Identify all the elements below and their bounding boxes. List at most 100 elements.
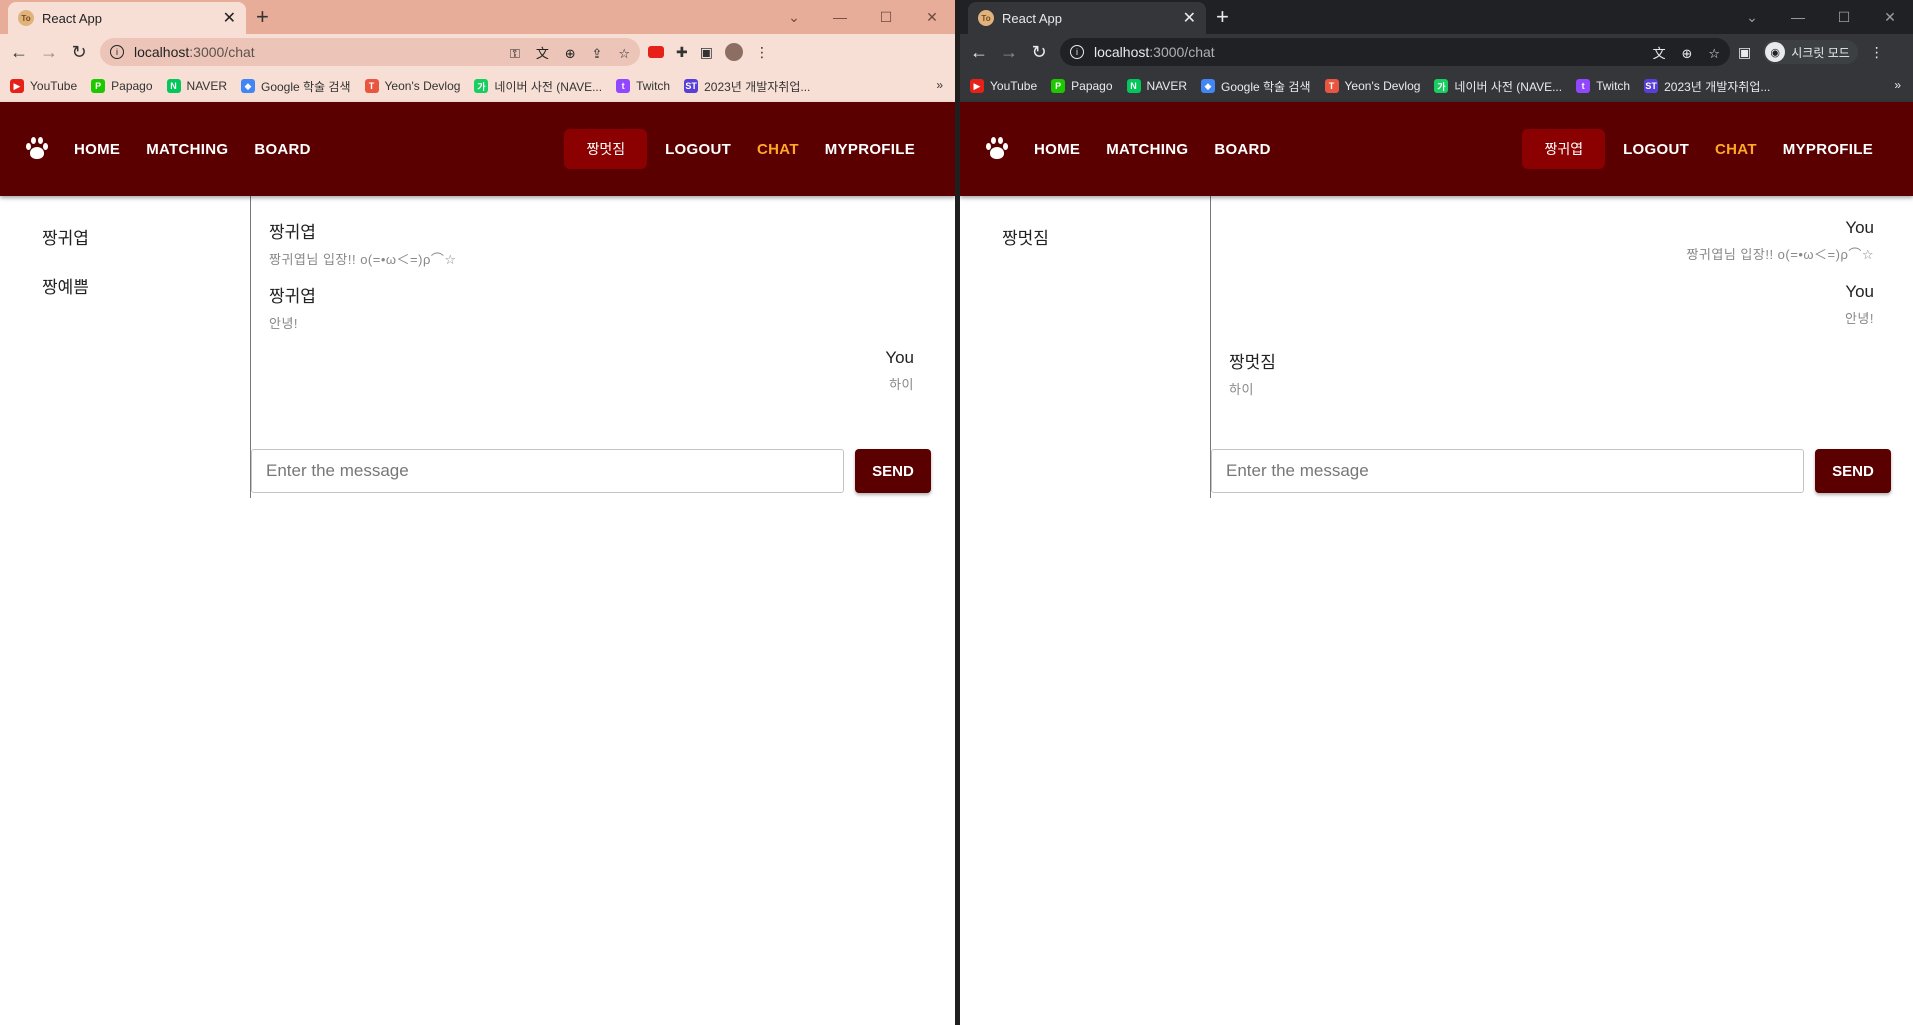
- bookmark-item[interactable]: ◆ Google 학술 검색: [1200, 78, 1311, 95]
- menu-kebab-icon[interactable]: ⋮: [755, 44, 769, 61]
- nav-matching[interactable]: MATCHING: [146, 141, 228, 158]
- bookmark-label: Yeon's Devlog: [384, 79, 461, 93]
- new-tab-icon[interactable]: +: [256, 5, 269, 29]
- bookmark-item[interactable]: T Yeon's Devlog: [364, 79, 461, 93]
- forward-icon[interactable]: →: [34, 42, 64, 63]
- browser-toolbar: ← → ↻ i localhost:3000/chat ⚿ 文 ⊕ ⇪ ☆ ✚ …: [0, 34, 955, 70]
- chat-panel: You 짱귀엽님 입장!! o(=•ω＜=)ρ⌒☆ You 안녕! 짱멋짐 하이: [1210, 196, 1895, 498]
- tab-title: React App: [42, 10, 102, 26]
- bookmark-item[interactable]: T Yeon's Devlog: [1324, 79, 1420, 93]
- bookmark-item[interactable]: ▶ YouTube: [10, 79, 77, 93]
- youtube-extension-icon[interactable]: [648, 46, 664, 58]
- nav-matching[interactable]: MATCHING: [1106, 141, 1188, 158]
- nav-chat[interactable]: CHAT: [1715, 141, 1757, 158]
- tab-search-icon[interactable]: ⌄: [771, 9, 817, 26]
- minimize-icon[interactable]: —: [817, 9, 863, 25]
- screen: To React App ✕ + ⌄ — ☐ ✕ ← → ↻ i localho…: [0, 0, 1913, 1025]
- bookmark-item[interactable]: N NAVER: [1126, 79, 1187, 93]
- nav-logout[interactable]: LOGOUT: [1623, 141, 1689, 158]
- menu-kebab-icon[interactable]: ⋮: [1870, 44, 1884, 61]
- message-sender: You: [885, 348, 914, 367]
- bookmark-label: Twitch: [636, 79, 671, 93]
- incognito-badge[interactable]: ◉ 시크릿 모드: [1763, 40, 1858, 64]
- bookmark-item[interactable]: ST 2023년 개발자취업...: [1644, 78, 1770, 95]
- back-icon[interactable]: ←: [4, 42, 34, 63]
- back-icon[interactable]: ←: [964, 42, 994, 63]
- bookmark-item[interactable]: t Twitch: [1576, 79, 1630, 93]
- reload-icon[interactable]: ↻: [1024, 42, 1054, 63]
- bookmark-item[interactable]: P Papago: [91, 79, 153, 93]
- bookmark-label: Twitch: [1596, 79, 1631, 93]
- message-input[interactable]: [1211, 449, 1804, 493]
- chat-app: HOME MATCHING BOARD 짱귀엽 LOGOUT CHAT MYPR…: [960, 102, 1913, 1025]
- chat-user-item[interactable]: 짱예쁨: [0, 261, 250, 310]
- nav-board[interactable]: BOARD: [1214, 141, 1271, 158]
- more-bookmarks-icon[interactable]: »: [1894, 78, 1901, 92]
- profile-avatar[interactable]: [724, 43, 743, 61]
- site-info-icon[interactable]: i: [110, 45, 124, 59]
- share-icon[interactable]: ⇪: [592, 46, 603, 61]
- close-window-icon[interactable]: ✕: [1867, 9, 1913, 26]
- address-bar[interactable]: i localhost:3000/chat 文 ⊕ ☆: [1060, 38, 1730, 66]
- paw-logo-icon[interactable]: [24, 136, 50, 162]
- nav-home[interactable]: HOME: [1034, 141, 1080, 158]
- message-input[interactable]: [251, 449, 844, 493]
- send-button[interactable]: SEND: [1815, 449, 1891, 493]
- minimize-icon[interactable]: —: [1775, 9, 1821, 25]
- message-sender: 짱멋짐: [1229, 353, 1276, 372]
- send-button[interactable]: SEND: [855, 449, 931, 493]
- current-user-badge[interactable]: 짱귀엽: [1522, 129, 1606, 169]
- bookmark-item[interactable]: 가 네이버 사전 (NAVE...: [1434, 78, 1562, 95]
- current-user-badge[interactable]: 짱멋짐: [564, 129, 648, 169]
- navbar: HOME MATCHING BOARD 짱멋짐 LOGOUT CHAT MYPR…: [0, 102, 955, 196]
- message-list: 짱귀엽 짱귀엽님 입장!! o(=•ω＜=)ρ⌒☆ 짱귀엽 안녕! You 하이: [251, 196, 936, 446]
- new-tab-icon[interactable]: +: [1216, 5, 1229, 29]
- maximize-icon[interactable]: ☐: [863, 9, 909, 26]
- reload-icon[interactable]: ↻: [64, 42, 94, 63]
- bookmark-icon: t: [1576, 79, 1591, 93]
- side-panel-icon[interactable]: ▣: [1738, 44, 1751, 61]
- extensions-puzzle-icon[interactable]: ✚: [676, 44, 688, 61]
- toolbar-right: ✚ ▣ ⋮: [648, 43, 769, 61]
- message-text: 짱귀엽님 입장!! o(=•ω＜=)ρ⌒☆: [269, 252, 457, 267]
- forward-icon[interactable]: →: [994, 42, 1024, 63]
- bookmark-item[interactable]: ◆ Google 학술 검색: [240, 78, 351, 95]
- more-bookmarks-icon[interactable]: »: [936, 78, 943, 92]
- bookmark-star-icon[interactable]: ☆: [618, 46, 630, 61]
- browser-tab[interactable]: To React App ✕: [968, 2, 1206, 34]
- nav-myprofile[interactable]: MYPROFILE: [1783, 141, 1873, 158]
- nav-logout[interactable]: LOGOUT: [665, 141, 731, 158]
- tab-close-icon[interactable]: ✕: [223, 8, 236, 28]
- bookmark-item[interactable]: t Twitch: [616, 79, 670, 93]
- message-item-mine: You 짱귀엽님 입장!! o(=•ω＜=)ρ⌒☆: [1686, 218, 1874, 263]
- site-info-icon[interactable]: i: [1070, 45, 1084, 59]
- bookmark-item[interactable]: ▶ YouTube: [970, 79, 1037, 93]
- tab-search-icon[interactable]: ⌄: [1729, 9, 1775, 26]
- bookmark-star-icon[interactable]: ☆: [1708, 46, 1720, 61]
- zoom-icon[interactable]: ⊕: [565, 46, 576, 61]
- bookmark-label: 2023년 개발자취업...: [1664, 79, 1771, 94]
- zoom-icon[interactable]: ⊕: [1682, 46, 1693, 61]
- nav-chat[interactable]: CHAT: [757, 141, 799, 158]
- tab-close-icon[interactable]: ✕: [1183, 8, 1196, 28]
- chat-user-item[interactable]: 짱귀엽: [0, 212, 250, 261]
- chat-user-item[interactable]: 짱멋짐: [960, 212, 1210, 261]
- translate-icon[interactable]: 文: [536, 46, 549, 61]
- key-icon[interactable]: ⚿: [510, 46, 520, 61]
- bookmark-item[interactable]: N NAVER: [166, 79, 227, 93]
- side-panel-icon[interactable]: ▣: [700, 44, 713, 61]
- paw-logo-icon[interactable]: [984, 136, 1010, 162]
- nav-myprofile[interactable]: MYPROFILE: [825, 141, 915, 158]
- message-input-row: SEND: [251, 448, 936, 494]
- nav-home[interactable]: HOME: [74, 141, 120, 158]
- maximize-icon[interactable]: ☐: [1821, 9, 1867, 26]
- bookmark-item[interactable]: P Papago: [1051, 79, 1113, 93]
- bookmark-icon: N: [166, 79, 181, 93]
- bookmark-item[interactable]: ST 2023년 개발자취업...: [684, 78, 810, 95]
- close-window-icon[interactable]: ✕: [909, 9, 955, 26]
- bookmark-item[interactable]: 가 네이버 사전 (NAVE...: [474, 78, 602, 95]
- address-bar[interactable]: i localhost:3000/chat ⚿ 文 ⊕ ⇪ ☆: [100, 38, 640, 66]
- translate-icon[interactable]: 文: [1653, 46, 1666, 61]
- nav-board[interactable]: BOARD: [254, 141, 311, 158]
- browser-tab[interactable]: To React App ✕: [8, 2, 246, 34]
